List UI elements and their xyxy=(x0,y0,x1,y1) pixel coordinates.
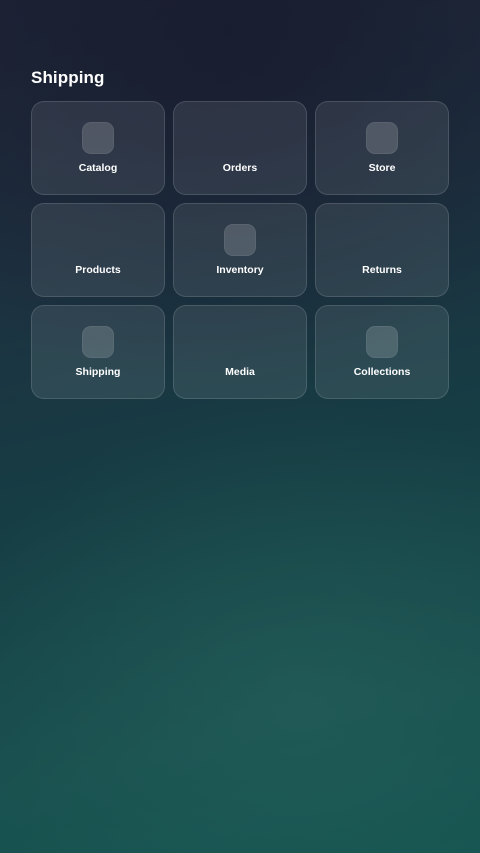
tile-label: Products xyxy=(75,264,121,276)
tile-collections[interactable]: Collections xyxy=(315,305,449,399)
tile-shipping[interactable]: Shipping xyxy=(31,305,165,399)
tile-label: Store xyxy=(368,162,396,174)
inventory-icon xyxy=(224,224,256,256)
tile-label: Inventory xyxy=(216,264,264,276)
tile-orders[interactable]: Orders xyxy=(173,101,307,195)
tile-label: Collections xyxy=(353,366,411,378)
tile-label: Catalog xyxy=(78,162,118,174)
tile-catalog[interactable]: Catalog xyxy=(31,101,165,195)
page-title: Shipping xyxy=(31,68,105,87)
store-icon xyxy=(366,122,398,154)
tile-label: Media xyxy=(225,366,255,378)
tile-inventory[interactable]: Inventory xyxy=(173,203,307,297)
tile-label: Orders xyxy=(222,162,258,174)
tile-label: Returns xyxy=(362,264,402,276)
tile-media[interactable]: Media xyxy=(173,305,307,399)
tile-grid: Catalog Orders Store Products Inventory … xyxy=(31,101,449,399)
tile-products[interactable]: Products xyxy=(31,203,165,297)
tile-returns[interactable]: Returns xyxy=(315,203,449,297)
catalog-icon xyxy=(82,122,114,154)
tile-label: Shipping xyxy=(75,366,121,378)
tile-store[interactable]: Store xyxy=(315,101,449,195)
shipping-icon xyxy=(82,326,114,358)
collections-icon xyxy=(366,326,398,358)
